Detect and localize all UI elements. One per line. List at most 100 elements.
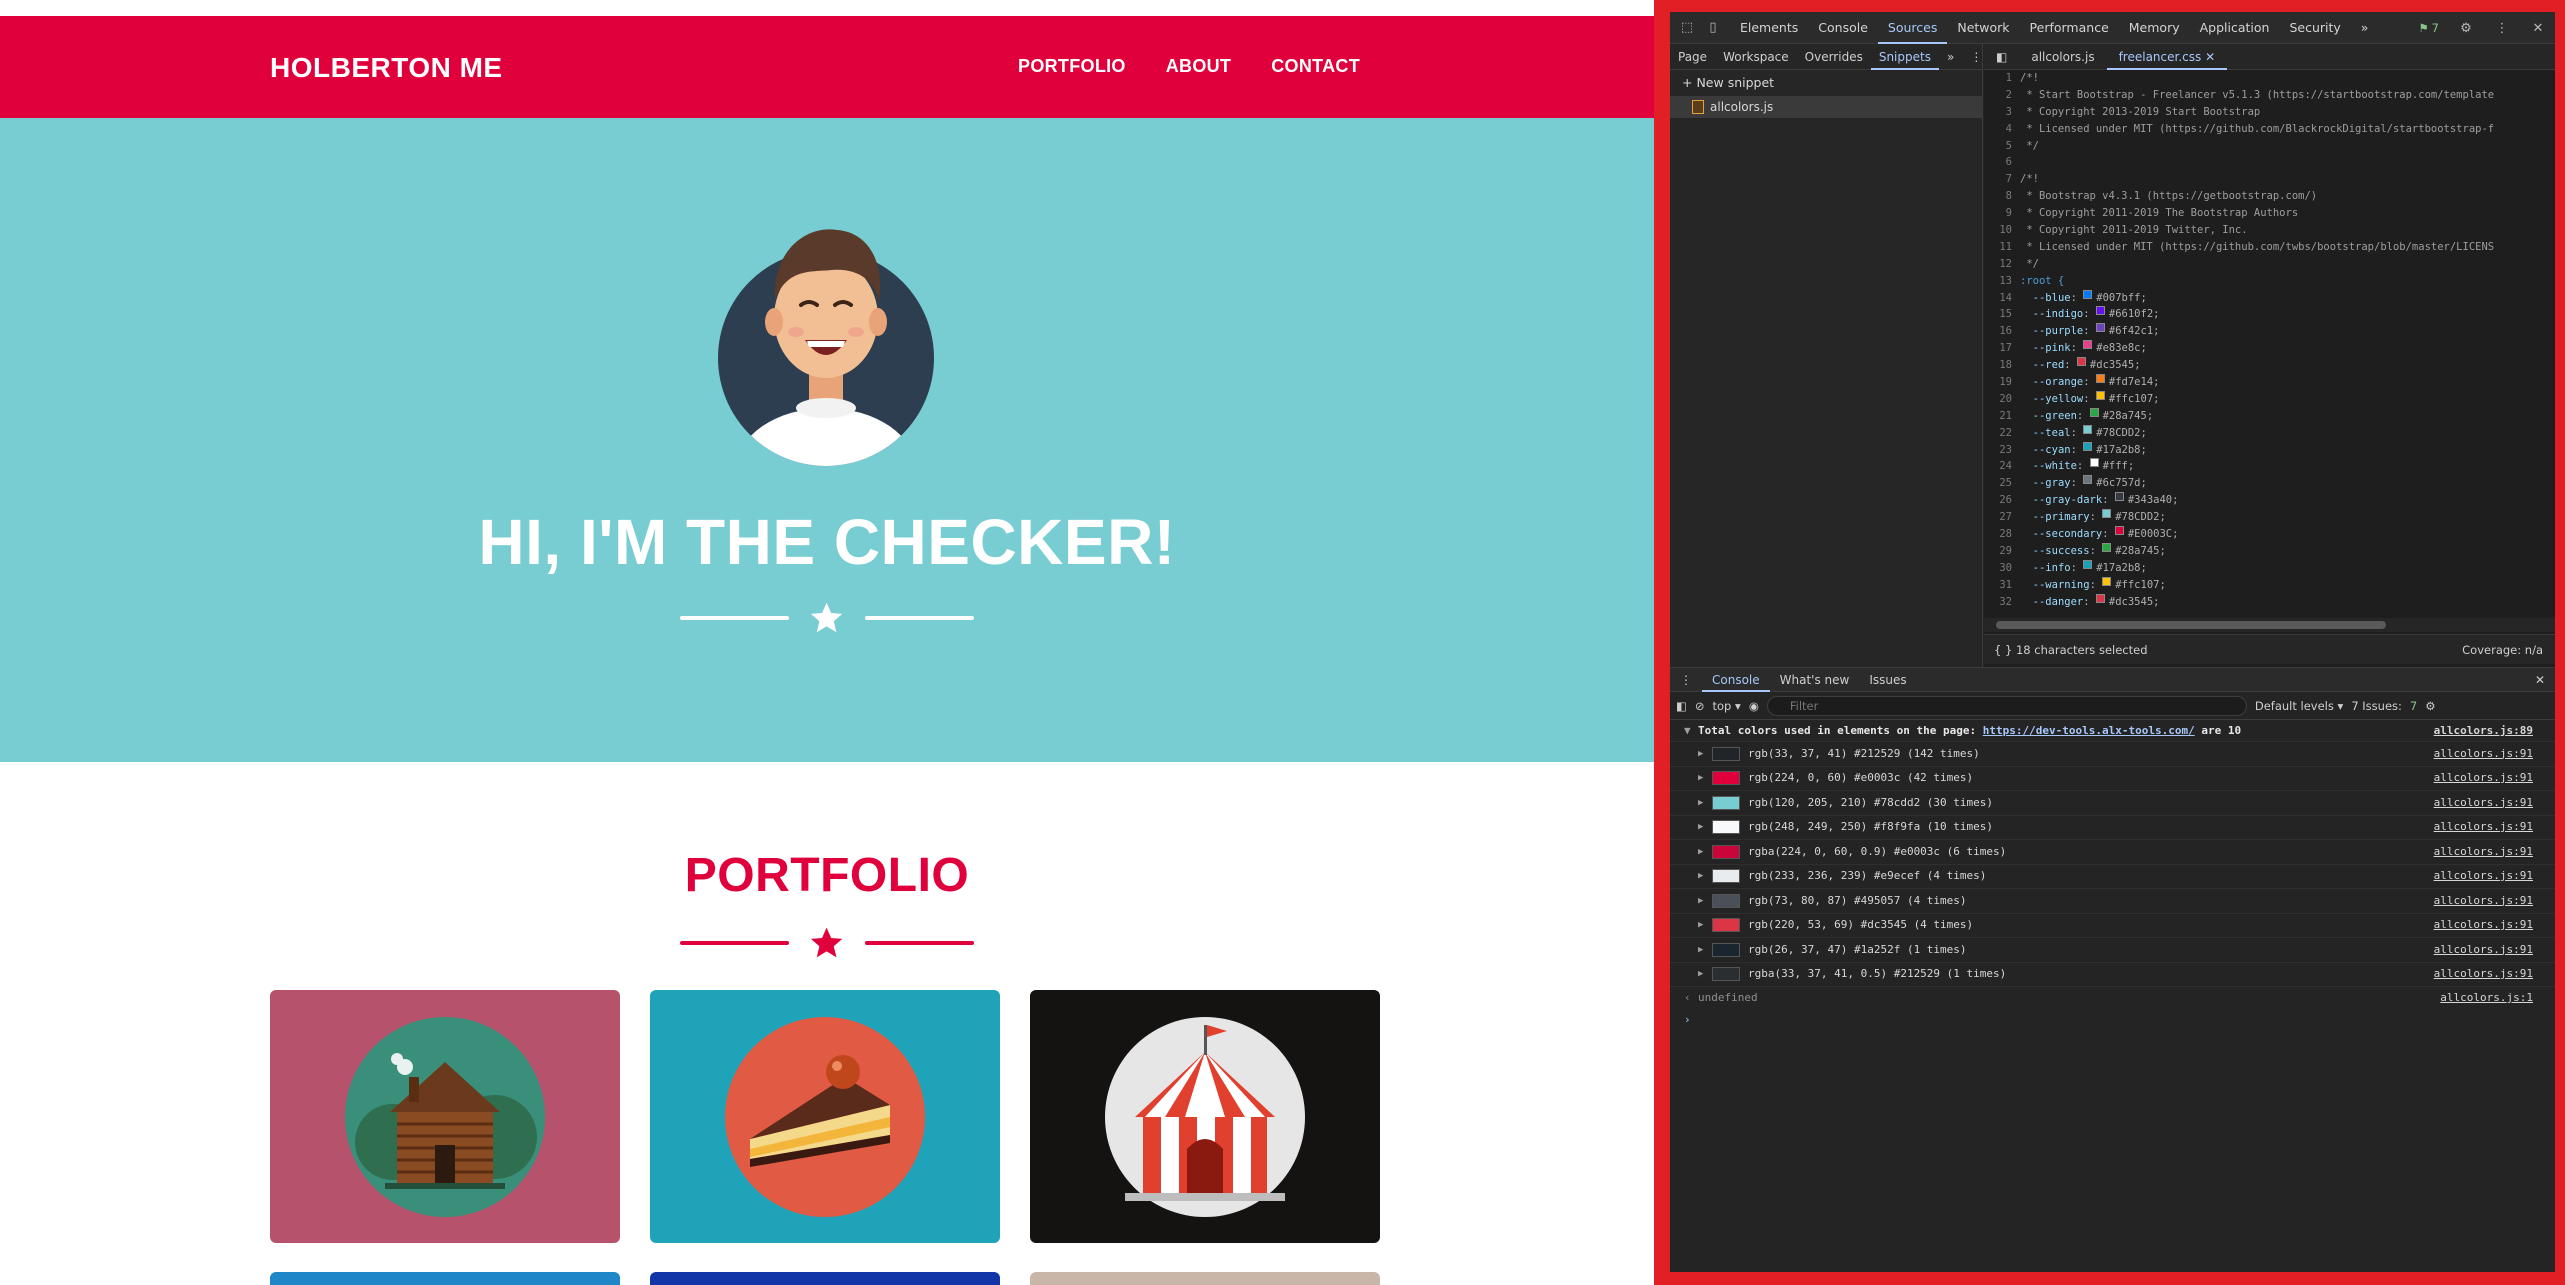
scrollbar-thumb[interactable] <box>1996 621 2386 629</box>
portfolio-card-4[interactable] <box>270 1272 620 1285</box>
code-content[interactable]: 1 /*! 2 * Start Bootstrap - Freelancer v5.… <box>1984 70 2555 618</box>
color-swatch[interactable] <box>2089 407 2099 417</box>
console-prompt[interactable]: › <box>1670 1009 2555 1031</box>
expand-triangle-icon[interactable]: ▶ <box>1698 889 1712 914</box>
color-log-row[interactable]: ▶ rgb(233, 236, 239) #e9ecef (4 times) all… <box>1670 864 2555 889</box>
editor-tab-allcolors[interactable]: allcolors.js <box>2019 44 2106 70</box>
source-link[interactable]: allcolors.js:91 <box>2434 864 2533 889</box>
expand-triangle-icon[interactable]: ▶ <box>1698 766 1712 791</box>
color-log-row[interactable]: ▶ rgb(26, 37, 47) #1a252f (1 times) allcol… <box>1670 938 2555 963</box>
gear-icon[interactable]: ⚙ <box>2457 19 2475 37</box>
portfolio-card-circus[interactable] <box>1030 990 1380 1243</box>
source-link[interactable]: allcolors.js:91 <box>2434 791 2533 816</box>
kebab-menu-icon[interactable]: ⋮ <box>2493 19 2511 37</box>
drawer-tab-issues[interactable]: Issues <box>1859 668 1916 692</box>
source-link[interactable]: allcolors.js:91 <box>2434 913 2533 938</box>
color-log-row[interactable]: ▶ rgb(33, 37, 41) #212529 (142 times) allc… <box>1670 742 2555 767</box>
device-toolbar-icon[interactable]: ▯ <box>1704 19 1722 37</box>
more-tabs-icon[interactable]: » <box>1939 44 1962 70</box>
tab-memory[interactable]: Memory <box>2119 12 2190 44</box>
source-link[interactable]: allcolors.js:91 <box>2434 889 2533 914</box>
color-log-row[interactable]: ▶ rgb(248, 249, 250) #f8f9fa (10 times) al… <box>1670 815 2555 840</box>
color-swatch[interactable] <box>2089 458 2099 468</box>
tab-snippets[interactable]: Snippets <box>1870 44 1939 70</box>
expand-triangle-icon[interactable]: ▶ <box>1698 815 1712 840</box>
page-url-link[interactable]: https://dev-tools.alx-tools.com/ <box>1983 720 2195 741</box>
source-link[interactable]: allcolors.js:1 <box>2440 987 2533 1009</box>
color-swatch[interactable] <box>2095 323 2105 333</box>
issues-badge[interactable]: ⚑ 7 <box>2418 21 2439 35</box>
drawer-menu-icon[interactable]: ⋮ <box>1670 668 1702 692</box>
color-swatch[interactable] <box>2114 492 2124 502</box>
tab-page[interactable]: Page <box>1670 44 1715 70</box>
more-panels-button[interactable]: » <box>2351 12 2379 44</box>
tab-console[interactable]: Console <box>1808 12 1878 44</box>
clear-console-icon[interactable]: ⊘ <box>1695 699 1705 713</box>
close-icon[interactable]: ✕ <box>2525 668 2555 692</box>
source-link[interactable]: allcolors.js:91 <box>2434 815 2533 840</box>
issues-counter[interactable]: 7 Issues: <box>2351 699 2402 713</box>
console-group-header[interactable]: ▼ Total colors used in elements on the p… <box>1670 720 2555 742</box>
expand-triangle-icon[interactable]: ▶ <box>1698 962 1712 987</box>
close-icon[interactable]: ✕ <box>2529 19 2547 37</box>
color-log-row[interactable]: ▶ rgb(220, 53, 69) #dc3545 (4 times) allco… <box>1670 913 2555 938</box>
expand-triangle-icon[interactable]: ▼ <box>1684 720 1698 741</box>
new-snippet-button[interactable]: + New snippet <box>1670 70 1982 96</box>
color-swatch[interactable] <box>2083 559 2093 569</box>
expand-triangle-icon[interactable]: ▶ <box>1698 742 1712 767</box>
log-levels-dropdown[interactable]: Default levels ▾ <box>2255 699 2343 713</box>
color-log-row[interactable]: ▶ rgb(120, 205, 210) #78cdd2 (30 times) al… <box>1670 791 2555 816</box>
expand-triangle-icon[interactable]: ▶ <box>1698 864 1712 889</box>
source-link[interactable]: allcolors.js:91 <box>2434 840 2533 865</box>
source-link[interactable]: allcolors.js:91 <box>2434 742 2533 767</box>
portfolio-card-cabin[interactable] <box>270 990 620 1243</box>
toggle-navigator-icon[interactable]: ◧ <box>1984 44 2019 70</box>
expand-triangle-icon[interactable]: ▶ <box>1698 840 1712 865</box>
source-link[interactable]: allcolors.js:91 <box>2434 766 2533 791</box>
tab-application[interactable]: Application <box>2190 12 2280 44</box>
color-swatch[interactable] <box>2102 576 2112 586</box>
tab-sources[interactable]: Sources <box>1877 12 1948 44</box>
tab-workspace[interactable]: Workspace <box>1715 44 1797 70</box>
color-swatch[interactable] <box>2083 475 2093 485</box>
expand-triangle-icon[interactable]: ▶ <box>1698 938 1712 963</box>
source-link[interactable]: allcolors.js:89 <box>2434 720 2533 741</box>
drawer-tab-console[interactable]: Console <box>1702 668 1770 692</box>
color-log-row[interactable]: ▶ rgb(73, 80, 87) #495057 (4 times) allcol… <box>1670 889 2555 914</box>
color-swatch[interactable] <box>2102 542 2112 552</box>
sidebar-toggle-icon[interactable]: ◧ <box>1676 699 1687 713</box>
color-log-row[interactable]: ▶ rgb(224, 0, 60) #e0003c (42 times) allco… <box>1670 766 2555 791</box>
color-log-row[interactable]: ▶ rgba(33, 37, 41, 0.5) #212529 (1 times)… <box>1670 962 2555 987</box>
editor-horizontal-scrollbar[interactable] <box>1984 618 2555 632</box>
source-link[interactable]: allcolors.js:91 <box>2434 962 2533 987</box>
nav-link-contact[interactable]: CONTACT <box>1271 56 1360 77</box>
color-swatch[interactable] <box>2095 593 2105 603</box>
nav-link-about[interactable]: ABOUT <box>1166 56 1232 77</box>
color-swatch[interactable] <box>2076 357 2086 367</box>
close-icon[interactable]: ✕ <box>2205 50 2215 64</box>
tab-network[interactable]: Network <box>1947 12 2019 44</box>
tab-elements[interactable]: Elements <box>1730 12 1808 44</box>
tab-performance[interactable]: Performance <box>2020 12 2119 44</box>
color-swatch[interactable] <box>2083 340 2093 350</box>
snippet-item[interactable]: allcolors.js <box>1670 96 1982 118</box>
color-swatch[interactable] <box>2102 509 2112 519</box>
color-log-row[interactable]: ▶ rgba(224, 0, 60, 0.9) #e0003c (6 times)… <box>1670 840 2555 865</box>
nav-link-portfolio[interactable]: PORTFOLIO <box>1018 56 1126 77</box>
color-swatch[interactable] <box>2114 526 2124 536</box>
expand-triangle-icon[interactable]: ▶ <box>1698 913 1712 938</box>
gear-icon[interactable]: ⚙ <box>2425 699 2435 713</box>
drawer-tab-whats-new[interactable]: What's new <box>1770 668 1860 692</box>
format-icon[interactable]: { } <box>1994 643 2012 657</box>
portfolio-card-6[interactable] <box>1030 1272 1380 1285</box>
console-filter-input[interactable] <box>1766 695 2247 716</box>
context-selector[interactable]: top ▾ <box>1713 699 1741 713</box>
color-swatch[interactable] <box>2095 374 2105 384</box>
eye-icon[interactable]: ◉ <box>1749 699 1759 713</box>
portfolio-card-5[interactable] <box>650 1272 1000 1285</box>
color-swatch[interactable] <box>2083 424 2093 434</box>
inspect-element-icon[interactable]: ⬚ <box>1678 19 1696 37</box>
expand-triangle-icon[interactable]: ▶ <box>1698 791 1712 816</box>
color-swatch[interactable] <box>2095 390 2105 400</box>
color-swatch[interactable] <box>2083 441 2093 451</box>
